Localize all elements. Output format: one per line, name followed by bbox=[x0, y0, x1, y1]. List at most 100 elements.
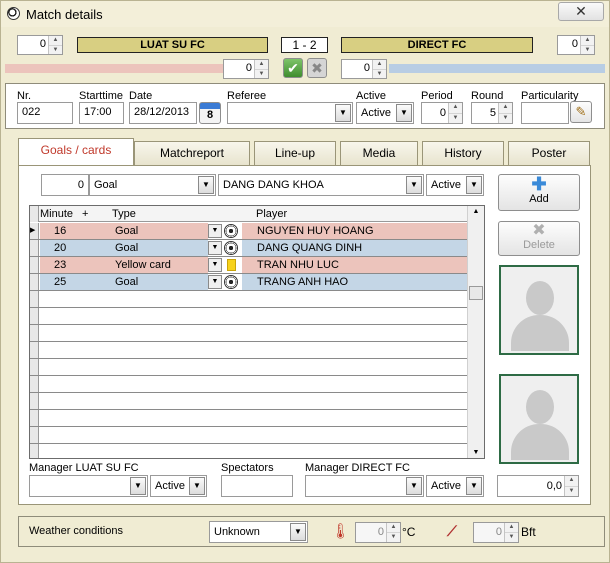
player-cell[interactable]: TRAN NHU LUC bbox=[257, 259, 339, 271]
row-selector[interactable] bbox=[30, 359, 39, 375]
table-row[interactable] bbox=[30, 342, 468, 359]
home-manager-status-select[interactable]: Active ▼ bbox=[150, 475, 207, 497]
table-row[interactable]: 20 Goal ▼ DANG QUANG DINH bbox=[30, 240, 468, 257]
chevron-down-icon[interactable]: ▼ bbox=[466, 176, 482, 194]
table-row[interactable] bbox=[30, 393, 468, 410]
chevron-down-icon[interactable]: ▼ bbox=[208, 241, 222, 255]
scroll-down-icon[interactable]: ▼ bbox=[468, 449, 484, 456]
rating-stepper[interactable]: 0,0 ▲ ▼ bbox=[497, 475, 579, 497]
row-selector[interactable] bbox=[30, 444, 39, 458]
weather-select[interactable]: Unknown ▼ bbox=[209, 521, 308, 543]
period-stepper[interactable]: 0 ▲ ▼ bbox=[421, 102, 463, 124]
tab-goals-cards[interactable]: Goals / cards bbox=[18, 138, 134, 165]
type-cell[interactable]: Goal bbox=[115, 242, 138, 254]
table-row[interactable]: 23 Yellow card ▼ TRAN NHU LUC bbox=[30, 257, 468, 274]
table-row[interactable] bbox=[30, 410, 468, 427]
minute-cell[interactable]: 25 bbox=[54, 276, 66, 288]
away-manager-select[interactable]: ▼ bbox=[305, 475, 424, 497]
table-row[interactable]: 25 Goal ▼ TRANG ANH HAO bbox=[30, 274, 468, 291]
chevron-down-icon[interactable]: ▼ bbox=[466, 477, 482, 495]
row-selector[interactable] bbox=[30, 376, 39, 392]
starttime-field[interactable]: 17:00 bbox=[79, 102, 124, 124]
player-cell[interactable]: DANG QUANG DINH bbox=[257, 242, 362, 254]
away-penalty-stepper[interactable]: 0 ▲ ▼ bbox=[341, 59, 387, 79]
table-row[interactable] bbox=[30, 444, 468, 458]
player-column-header[interactable]: Player bbox=[256, 208, 287, 220]
row-selector[interactable] bbox=[30, 257, 39, 273]
home-penalty-stepper[interactable]: 0 ▲ ▼ bbox=[223, 59, 269, 79]
player-cell[interactable]: NGUYEN HUY HOANG bbox=[257, 225, 374, 237]
round-stepper[interactable]: 5 ▲ ▼ bbox=[471, 102, 513, 124]
scroll-up-icon[interactable]: ▲ bbox=[468, 208, 484, 215]
plus-column-header[interactable]: + bbox=[82, 208, 88, 220]
tab-poster[interactable]: Poster bbox=[508, 141, 590, 165]
row-selector[interactable] bbox=[30, 240, 39, 256]
chevron-down-icon[interactable]: ▼ bbox=[396, 104, 412, 122]
away-manager-status-select[interactable]: Active ▼ bbox=[426, 475, 484, 497]
chevron-down-icon[interactable]: ▼ bbox=[189, 477, 205, 495]
delete-button[interactable]: ✖ Delete bbox=[498, 221, 580, 256]
chevron-down-icon[interactable]: ▼ bbox=[198, 176, 214, 194]
confirm-check-icon[interactable]: ✔ bbox=[283, 58, 303, 78]
nr-field[interactable]: 022 bbox=[17, 102, 73, 124]
table-row[interactable] bbox=[30, 376, 468, 393]
row-selector[interactable] bbox=[30, 274, 39, 290]
table-row[interactable] bbox=[30, 359, 468, 376]
home-manager-select[interactable]: ▼ bbox=[29, 475, 148, 497]
row-selector[interactable] bbox=[30, 342, 39, 358]
table-row[interactable] bbox=[30, 325, 468, 342]
type-column-header[interactable]: Type bbox=[112, 208, 136, 220]
row-selector[interactable] bbox=[30, 427, 39, 443]
chevron-down-icon[interactable]: ▼ bbox=[406, 477, 422, 495]
home-score-stepper[interactable]: 0 ▲ ▼ bbox=[17, 35, 63, 55]
active-select[interactable]: Active ▼ bbox=[356, 102, 414, 124]
type-cell[interactable]: Yellow card bbox=[115, 259, 171, 271]
particularity-field[interactable] bbox=[521, 102, 569, 124]
events-grid[interactable]: Minute + Type Player ▶ 16 Goal ▼ NGUYEN HUY … bbox=[29, 205, 485, 459]
event-status-select[interactable]: Active ▼ bbox=[426, 174, 484, 196]
type-cell[interactable]: Goal bbox=[115, 225, 138, 237]
date-field[interactable]: 28/12/2013 bbox=[129, 102, 197, 124]
minute-input[interactable]: 0 bbox=[41, 174, 89, 196]
chevron-down-icon[interactable]: ▼ bbox=[335, 104, 351, 122]
temperature-stepper[interactable]: 0 ▲ ▼ bbox=[355, 522, 401, 543]
table-row[interactable] bbox=[30, 308, 468, 325]
row-selector[interactable] bbox=[30, 308, 39, 324]
minute-cell[interactable]: 16 bbox=[54, 225, 66, 237]
chevron-down-icon[interactable]: ▼ bbox=[208, 275, 222, 289]
calendar-icon[interactable]: 8 bbox=[199, 102, 221, 124]
row-selector[interactable]: ▶ bbox=[30, 223, 39, 239]
chevron-down-icon[interactable]: ▼ bbox=[208, 224, 222, 238]
table-row[interactable]: ▶ 16 Goal ▼ NGUYEN HUY HOANG bbox=[30, 223, 468, 240]
chevron-down-icon[interactable]: ▼ bbox=[406, 176, 422, 194]
tab-line-up[interactable]: Line-up bbox=[254, 141, 336, 165]
minute-cell[interactable]: 23 bbox=[54, 259, 66, 271]
away-score-stepper[interactable]: 0 ▲ ▼ bbox=[557, 35, 595, 55]
close-button[interactable]: ✕ bbox=[558, 2, 604, 21]
row-selector[interactable] bbox=[30, 291, 39, 307]
table-row[interactable] bbox=[30, 291, 468, 308]
row-selector[interactable] bbox=[30, 410, 39, 426]
tab-history[interactable]: History bbox=[422, 141, 504, 165]
tab-media[interactable]: Media bbox=[340, 141, 418, 165]
row-selector[interactable] bbox=[30, 393, 39, 409]
pencil-icon[interactable]: ✎ bbox=[570, 101, 592, 123]
event-type-select[interactable]: Goal ▼ bbox=[89, 174, 216, 196]
scrollbar-thumb[interactable] bbox=[469, 286, 483, 300]
minute-column-header[interactable]: Minute bbox=[40, 208, 73, 220]
row-selector[interactable] bbox=[30, 325, 39, 341]
player-cell[interactable]: TRANG ANH HAO bbox=[257, 276, 348, 288]
referee-select[interactable]: ▼ bbox=[227, 102, 353, 124]
cancel-x-icon[interactable]: ✖ bbox=[307, 58, 327, 78]
grid-scrollbar[interactable]: ▲ ▼ bbox=[467, 206, 484, 458]
type-cell[interactable]: Goal bbox=[115, 276, 138, 288]
spectators-field[interactable] bbox=[221, 475, 293, 497]
chevron-down-icon[interactable]: ▼ bbox=[130, 477, 146, 495]
minute-cell[interactable]: 20 bbox=[54, 242, 66, 254]
wind-stepper[interactable]: 0 ▲ ▼ bbox=[473, 522, 519, 543]
add-button[interactable]: ✚ Add bbox=[498, 174, 580, 211]
table-row[interactable] bbox=[30, 427, 468, 444]
chevron-down-icon[interactable]: ▼ bbox=[208, 258, 222, 272]
chevron-down-icon[interactable]: ▼ bbox=[290, 523, 306, 541]
player-select[interactable]: DANG DANG KHOA ▼ bbox=[218, 174, 424, 196]
